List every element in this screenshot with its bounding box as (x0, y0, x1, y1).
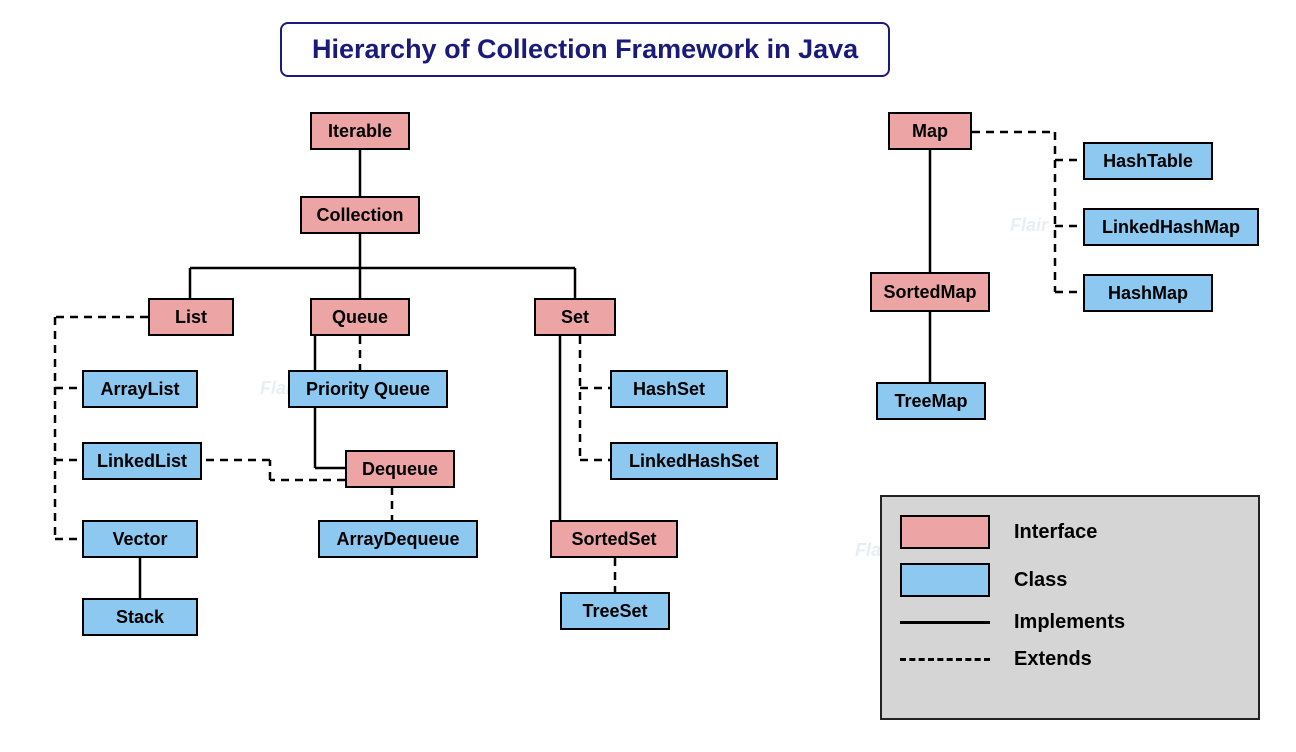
legend-implements-row: Implements (900, 611, 1240, 634)
node-arraydequeue: ArrayDequeue (318, 520, 478, 558)
node-iterable: Iterable (310, 112, 410, 150)
legend-implements-label: Implements (1014, 611, 1125, 634)
node-priorityqueue: Priority Queue (288, 370, 448, 408)
legend-class-row: Class (900, 563, 1240, 597)
watermark: Flair (1010, 215, 1048, 236)
node-collection: Collection (300, 196, 420, 234)
node-hashmap: HashMap (1083, 274, 1213, 312)
node-hashset: HashSet (610, 370, 728, 408)
legend-interface-label: Interface (1014, 521, 1097, 544)
legend-class-swatch (900, 563, 990, 597)
legend-interface-swatch (900, 515, 990, 549)
legend-interface-row: Interface (900, 515, 1240, 549)
node-linkedhashmap: LinkedHashMap (1083, 208, 1259, 246)
legend-dashed-line (900, 658, 990, 661)
node-hashtable: HashTable (1083, 142, 1213, 180)
node-map: Map (888, 112, 972, 150)
node-linkedhashset: LinkedHashSet (610, 442, 778, 480)
legend: Interface Class Implements Extends (880, 495, 1260, 720)
legend-solid-line (900, 621, 990, 624)
node-treeset: TreeSet (560, 592, 670, 630)
node-arraylist: ArrayList (82, 370, 198, 408)
node-stack: Stack (82, 598, 198, 636)
legend-class-label: Class (1014, 569, 1067, 592)
node-set: Set (534, 298, 616, 336)
node-list: List (148, 298, 234, 336)
legend-extends-label: Extends (1014, 648, 1092, 671)
node-linkedlist: LinkedList (82, 442, 202, 480)
node-sortedset: SortedSet (550, 520, 678, 558)
legend-extends-row: Extends (900, 648, 1240, 671)
node-dequeue: Dequeue (345, 450, 455, 488)
node-vector: Vector (82, 520, 198, 558)
node-queue: Queue (310, 298, 410, 336)
node-treemap: TreeMap (876, 382, 986, 420)
node-sortedmap: SortedMap (870, 272, 990, 312)
diagram-title: Hierarchy of Collection Framework in Jav… (280, 22, 890, 77)
